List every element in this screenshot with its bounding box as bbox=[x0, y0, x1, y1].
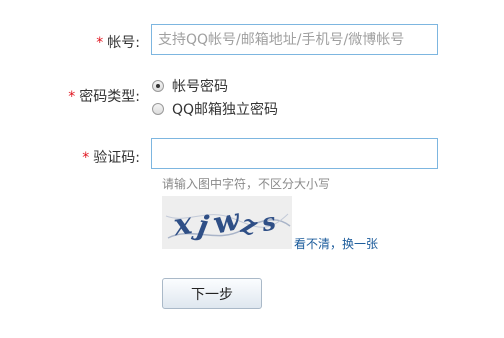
radio-account-password[interactable]: 帐号密码 bbox=[152, 76, 228, 96]
account-label-text: 帐号: bbox=[107, 35, 140, 51]
captcha-input[interactable] bbox=[151, 138, 438, 169]
password-type-label-text: 密码类型: bbox=[79, 89, 140, 105]
required-star: * bbox=[96, 35, 104, 51]
captcha-refresh-link[interactable]: 看不清，换一张 bbox=[294, 235, 378, 252]
captcha-hint: 请输入图中字符，不区分大小写 bbox=[162, 177, 331, 191]
radio-account-password-label: 帐号密码 bbox=[172, 79, 228, 95]
captcha-graphic: x j w z s bbox=[162, 196, 292, 249]
account-input[interactable] bbox=[151, 24, 438, 55]
required-star: * bbox=[68, 89, 76, 105]
captcha-label-text: 验证码: bbox=[93, 150, 140, 166]
required-star: * bbox=[82, 150, 90, 166]
next-button[interactable]: 下一步 bbox=[162, 278, 262, 309]
account-label: * 帐号: bbox=[40, 32, 140, 52]
captcha-label: * 验证码: bbox=[40, 147, 140, 167]
radio-qq-mail-password[interactable]: QQ邮箱独立密码 bbox=[152, 99, 278, 119]
radio-qq-mail-password-label: QQ邮箱独立密码 bbox=[172, 102, 279, 118]
captcha-image[interactable]: x j w z s bbox=[162, 196, 292, 249]
radio-account-password-button[interactable] bbox=[152, 80, 164, 92]
password-type-label: * 密码类型: bbox=[40, 86, 140, 106]
radio-qq-mail-password-button[interactable] bbox=[152, 103, 164, 115]
